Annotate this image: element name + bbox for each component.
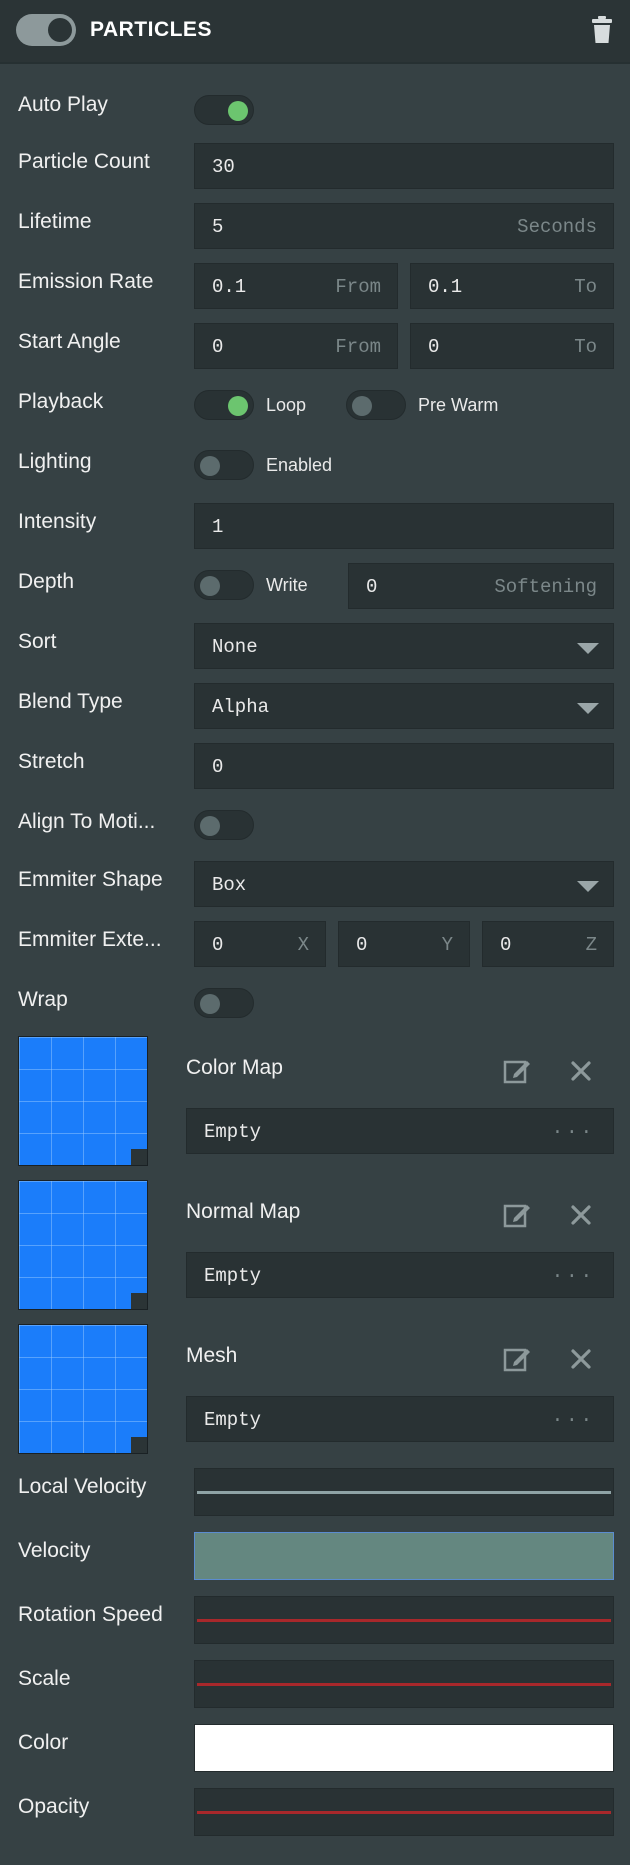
normal-map-thumbnail[interactable] xyxy=(18,1180,148,1310)
close-icon[interactable] xyxy=(567,1057,595,1085)
start-angle-from-input[interactable]: 0 From xyxy=(194,323,398,369)
edit-icon[interactable] xyxy=(503,1345,531,1373)
browse-icon[interactable]: ... xyxy=(552,1405,595,1427)
mesh-title: Mesh xyxy=(186,1344,238,1367)
align-to-motion-label: Align To Moti... xyxy=(18,810,156,833)
pre-warm-toggle[interactable] xyxy=(346,390,406,420)
blend-type-label: Blend Type xyxy=(18,690,123,713)
emitter-extents-label: Emmiter Exte... xyxy=(18,928,162,951)
stretch-label: Stretch xyxy=(18,750,85,773)
normal-map-asset-field[interactable]: Empty ... xyxy=(186,1252,614,1298)
opacity-curve[interactable] xyxy=(194,1788,614,1836)
opacity-label: Opacity xyxy=(18,1795,90,1818)
emission-rate-to-input[interactable]: 0.1 To xyxy=(410,263,614,309)
sort-select[interactable]: None xyxy=(194,623,614,669)
auto-play-label: Auto Play xyxy=(18,93,108,116)
scale-curve[interactable] xyxy=(194,1660,614,1708)
emitter-extent-x-input[interactable]: 0 X xyxy=(194,921,326,967)
curve-line xyxy=(197,1619,611,1622)
particles-enable-toggle[interactable] xyxy=(16,14,76,46)
trash-icon[interactable] xyxy=(590,16,614,44)
browse-icon[interactable]: ... xyxy=(552,1261,595,1283)
emission-rate-from-input[interactable]: 0.1 From xyxy=(194,263,398,309)
mesh-asset-field[interactable]: Empty ... xyxy=(186,1396,614,1442)
velocity-curve[interactable] xyxy=(194,1532,614,1580)
close-icon[interactable] xyxy=(567,1345,595,1373)
curve-line xyxy=(197,1811,611,1814)
intensity-input[interactable]: 1 xyxy=(194,503,614,549)
align-to-motion-toggle[interactable] xyxy=(194,810,254,840)
wrap-label: Wrap xyxy=(18,988,68,1011)
lighting-toggle[interactable] xyxy=(194,450,254,480)
chevron-down-icon xyxy=(577,643,599,654)
lighting-enabled-label: Enabled xyxy=(266,455,333,475)
emitter-extent-y-input[interactable]: 0 Y xyxy=(338,921,470,967)
scale-label: Scale xyxy=(18,1667,71,1690)
normal-map-title: Normal Map xyxy=(186,1200,301,1223)
panel-header: PARTICLES xyxy=(0,0,630,64)
emitter-shape-label: Emmiter Shape xyxy=(18,868,163,891)
rotation-speed-curve[interactable] xyxy=(194,1596,614,1644)
panel-title: PARTICLES xyxy=(90,18,212,41)
playback-label: Playback xyxy=(18,390,104,413)
edit-icon[interactable] xyxy=(503,1201,531,1229)
sort-label: Sort xyxy=(18,630,57,653)
loop-label: Loop xyxy=(266,395,307,415)
emitter-shape-select[interactable]: Box xyxy=(194,861,614,907)
emitter-extent-z-input[interactable]: 0 Z xyxy=(482,921,614,967)
color-map-title: Color Map xyxy=(186,1056,283,1079)
curve-line xyxy=(197,1683,611,1686)
close-icon[interactable] xyxy=(567,1201,595,1229)
particles-panel: PARTICLES Auto Play Particle Count 30 Li… xyxy=(0,0,630,1865)
local-velocity-label: Local Velocity xyxy=(18,1475,147,1498)
chevron-down-icon xyxy=(577,881,599,892)
velocity-label: Velocity xyxy=(18,1539,91,1562)
mesh-thumbnail[interactable] xyxy=(18,1324,148,1454)
color-map-asset-field[interactable]: Empty ... xyxy=(186,1108,614,1154)
stretch-input[interactable]: 0 xyxy=(194,743,614,789)
loop-toggle[interactable] xyxy=(194,390,254,420)
lifetime-input[interactable]: 5 Seconds xyxy=(194,203,614,249)
edit-icon[interactable] xyxy=(503,1057,531,1085)
softening-input[interactable]: 0 Softening xyxy=(348,563,614,609)
intensity-label: Intensity xyxy=(18,510,97,533)
color-gradient[interactable] xyxy=(194,1724,614,1772)
pre-warm-label: Pre Warm xyxy=(418,395,499,415)
chevron-down-icon xyxy=(577,703,599,714)
particle-count-label: Particle Count xyxy=(18,150,150,173)
auto-play-toggle[interactable] xyxy=(194,95,254,125)
color-label: Color xyxy=(18,1731,69,1754)
start-angle-to-input[interactable]: 0 To xyxy=(410,323,614,369)
depth-write-label: Write xyxy=(266,575,308,595)
lifetime-label: Lifetime xyxy=(18,210,92,233)
start-angle-label: Start Angle xyxy=(18,330,121,353)
curve-line xyxy=(197,1491,611,1494)
particle-count-input[interactable]: 30 xyxy=(194,143,614,189)
wrap-toggle[interactable] xyxy=(194,988,254,1018)
emission-rate-label: Emission Rate xyxy=(18,270,154,293)
local-velocity-curve[interactable] xyxy=(194,1468,614,1516)
color-map-thumbnail[interactable] xyxy=(18,1036,148,1166)
rotation-speed-label: Rotation Speed xyxy=(18,1603,163,1626)
browse-icon[interactable]: ... xyxy=(552,1117,595,1139)
lighting-label: Lighting xyxy=(18,450,92,473)
blend-type-select[interactable]: Alpha xyxy=(194,683,614,729)
depth-write-toggle[interactable] xyxy=(194,570,254,600)
depth-label: Depth xyxy=(18,570,75,593)
lifetime-unit: Seconds xyxy=(517,216,597,238)
